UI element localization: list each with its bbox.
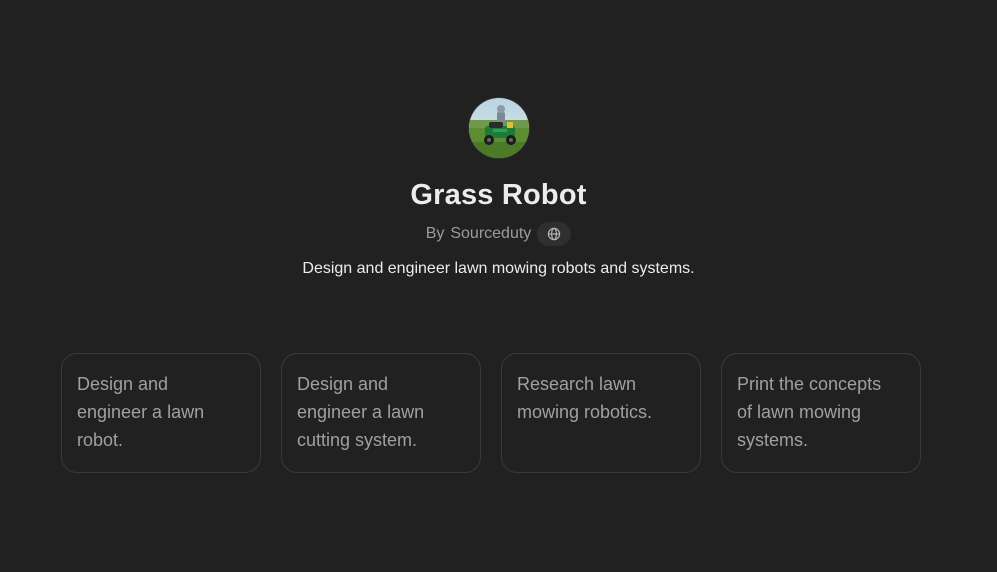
globe-icon [548,227,561,241]
author-website-button[interactable] [537,222,572,246]
starter-label: Design and engineer a lawn robot. [77,374,205,450]
gpt-header: Grass Robot By Sourceduty Design and eng… [0,98,997,281]
starter-label: Print the concepts of lawn mowing system… [737,374,882,450]
gpt-avatar [468,98,529,158]
author-name: Sourceduty [450,225,532,242]
lawn-mower-robot-avatar-icon [468,98,529,158]
starter-card[interactable]: Design and engineer a lawn cutting syste… [281,353,481,473]
gpt-description: Design and engineer lawn mowing robots a… [302,260,695,277]
conversation-starters: Design and engineer a lawn robot. Design… [61,353,921,473]
starter-label: Research lawn mowing robotics. [517,374,653,422]
gpt-title: Grass Robot [410,179,587,211]
starter-card[interactable]: Print the concepts of lawn mowing system… [721,353,921,473]
by-prefix: By [425,225,445,242]
author-byline: By Sourceduty [426,222,572,246]
starter-card[interactable]: Design and engineer a lawn robot. [61,353,261,473]
starter-label: Design and engineer a lawn cutting syste… [297,374,425,450]
starter-card[interactable]: Research lawn mowing robotics. [501,353,701,473]
